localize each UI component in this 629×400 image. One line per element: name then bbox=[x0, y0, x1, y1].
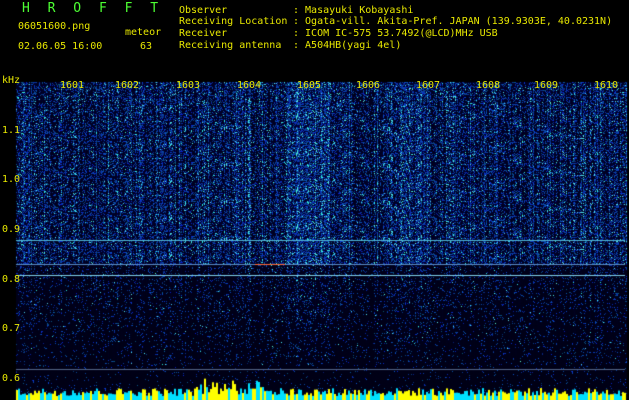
header-panel: H R O F F T 06051600.png 02.06.05 16:00 … bbox=[0, 0, 629, 74]
location-label: Receiving Location bbox=[179, 16, 288, 27]
x-tick: 1605 bbox=[297, 80, 322, 91]
receiver-value: : ICOM IC-575 53.7492(@LCD)MHz USB bbox=[293, 28, 498, 39]
receiver-label: Receiver bbox=[179, 28, 228, 39]
meteor-count: 63 bbox=[140, 41, 153, 52]
datetime-label: 02.06.05 16:00 bbox=[18, 41, 103, 52]
x-tick: 1602 bbox=[115, 80, 140, 91]
antenna-value: : A504HB(yagi 4el) bbox=[293, 40, 402, 51]
x-tick: 1604 bbox=[237, 80, 262, 91]
y-tick: 0.9 bbox=[2, 224, 21, 235]
y-axis-unit: kHz bbox=[2, 75, 21, 86]
x-tick: 1603 bbox=[176, 80, 201, 91]
meteor-label: meteor bbox=[125, 27, 162, 38]
spectrogram-canvas bbox=[0, 74, 629, 400]
observer-label: Observer bbox=[179, 5, 228, 16]
location-value: : Ogata-vill. Akita-Pref. JAPAN (139.930… bbox=[293, 16, 613, 27]
y-tick: 0.6 bbox=[2, 373, 21, 384]
x-tick: 1610 bbox=[594, 80, 619, 91]
app-title: H R O F F T bbox=[22, 1, 164, 16]
filename-label: 06051600.png bbox=[18, 21, 91, 32]
y-tick: 1.0 bbox=[2, 174, 21, 185]
y-tick: 1.1 bbox=[2, 125, 21, 136]
antenna-label: Receiving antenna bbox=[179, 40, 282, 51]
y-tick: 0.8 bbox=[2, 274, 21, 285]
x-tick: 1609 bbox=[534, 80, 559, 91]
x-tick: 1601 bbox=[60, 80, 85, 91]
x-tick: 1608 bbox=[476, 80, 501, 91]
observer-value: : Masayuki Kobayashi bbox=[293, 5, 414, 16]
y-tick: 0.7 bbox=[2, 323, 21, 334]
x-tick: 1606 bbox=[356, 80, 381, 91]
x-tick: 1607 bbox=[416, 80, 441, 91]
